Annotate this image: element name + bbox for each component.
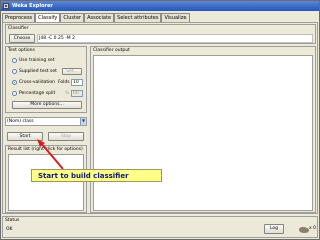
test-options-title: Test options: [8, 48, 35, 53]
status-group: Status OK Log x 0: [2, 216, 318, 238]
weka-bird-icon: [299, 227, 309, 233]
classify-pane: Classifier Choose J48 -C 0.25 -M 2 Test …: [2, 22, 318, 214]
cross-validation-radio[interactable]: [12, 80, 17, 85]
use-training-set-label: Use training set: [19, 58, 55, 63]
classifier-output-group: Classifier output: [90, 46, 316, 213]
set-test-file-button[interactable]: Set...: [62, 68, 82, 75]
folds-label: Folds: [58, 80, 70, 85]
choose-classifier-button[interactable]: Choose: [9, 34, 35, 43]
percentage-split-label: Percentage split: [19, 91, 56, 96]
supplied-test-set-radio[interactable]: [12, 69, 17, 74]
cross-validation-label: Cross-validation: [19, 80, 55, 85]
start-button[interactable]: Start: [7, 132, 43, 141]
percent-label: %: [65, 91, 70, 96]
tab-preprocess[interactable]: Preprocess: [2, 13, 36, 22]
tab-associate[interactable]: Associate: [84, 13, 115, 22]
classifier-group-title: Classifier: [8, 26, 29, 31]
test-options-group: Test options Use training set Supplied t…: [5, 46, 87, 113]
tab-bar: Preprocess Classify Cluster Associate Se…: [2, 13, 190, 23]
title-bar: Weka Explorer: [1, 1, 319, 11]
window-title: Weka Explorer: [12, 3, 53, 9]
status-title: Status: [5, 218, 20, 223]
percentage-split-radio[interactable]: [12, 91, 17, 96]
status-text: OK: [6, 227, 13, 232]
percent-input[interactable]: 66: [71, 90, 83, 97]
weka-app-icon: [3, 3, 9, 9]
supplied-test-set-label: Supplied test set: [19, 69, 57, 74]
use-training-set-radio[interactable]: [12, 58, 17, 63]
result-list-area[interactable]: [8, 154, 84, 211]
chevron-down-icon[interactable]: ▼: [80, 118, 86, 125]
result-list-title: Result list (right-click for options): [8, 147, 83, 152]
log-button[interactable]: Log: [264, 224, 284, 234]
folds-input[interactable]: 10: [71, 79, 83, 86]
explorer-window: Weka Explorer Preprocess Classify Cluste…: [0, 0, 320, 240]
more-options-button[interactable]: More options...: [12, 101, 82, 109]
classifier-output-area[interactable]: [93, 55, 313, 211]
tab-visualize[interactable]: Visualize: [161, 13, 190, 22]
task-count: x 0: [309, 226, 316, 231]
class-attribute-value: (Nom) class: [7, 119, 34, 124]
classifier-output-title: Classifier output: [93, 48, 130, 53]
stop-button[interactable]: Stop: [48, 132, 84, 141]
tab-cluster[interactable]: Cluster: [60, 13, 85, 22]
start-callout: Start to build classifier: [31, 169, 162, 182]
tab-select-attributes[interactable]: Select attributes: [114, 13, 162, 22]
class-attribute-select[interactable]: (Nom) class ▼: [5, 117, 87, 126]
classifier-group: Classifier Choose J48 -C 0.25 -M 2: [5, 24, 316, 44]
classifier-config-field[interactable]: J48 -C 0.25 -M 2: [37, 34, 313, 43]
